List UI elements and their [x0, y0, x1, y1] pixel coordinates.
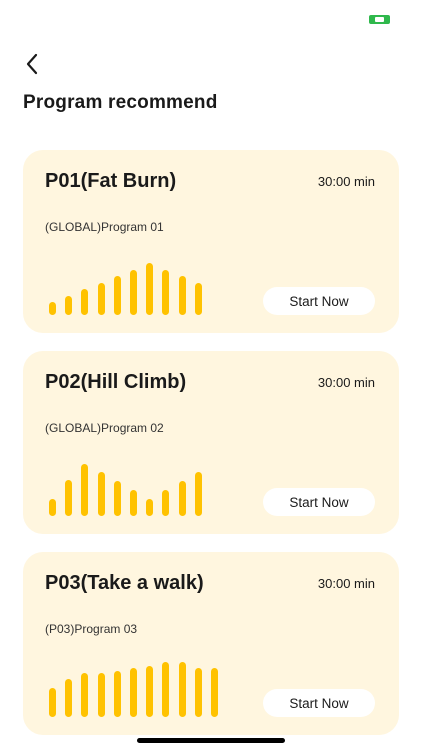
start-now-button[interactable]: Start Now	[263, 488, 375, 516]
back-button[interactable]	[20, 52, 44, 76]
program-duration: 30:00 min	[317, 174, 375, 189]
intensity-bar	[178, 481, 186, 516]
intensity-bar	[65, 679, 73, 717]
intensity-bar	[194, 668, 202, 717]
intensity-bar	[130, 668, 137, 717]
program-card-p03[interactable]: P03(Take a walk) 30:00 min (P03)Program …	[23, 552, 399, 735]
program-title: P02(Hill Climb)	[45, 371, 187, 393]
intensity-bar	[162, 662, 170, 717]
intensity-bar	[65, 480, 73, 516]
program-card-p02[interactable]: P02(Hill Climb) 30:00 min (GLOBAL)Progra…	[23, 351, 399, 534]
intensity-bar	[97, 673, 105, 717]
start-now-button[interactable]: Start Now	[263, 689, 375, 717]
program-duration: 30:00 min	[317, 375, 375, 390]
start-now-button[interactable]: Start Now	[263, 287, 375, 315]
program-card-p01[interactable]: P01(Fat Burn) 30:00 min (GLOBAL)Program …	[23, 150, 399, 333]
intensity-bar	[146, 666, 154, 717]
intensity-bar	[162, 270, 170, 315]
intensity-bar	[97, 472, 105, 516]
intensity-bar	[81, 673, 89, 717]
intensity-bar	[113, 481, 121, 516]
intensity-bar	[130, 490, 137, 516]
intensity-bar	[130, 270, 137, 315]
program-subtitle: (GLOBAL)Program 02	[45, 421, 164, 435]
intensity-bar	[113, 276, 121, 315]
intensity-bar	[194, 472, 202, 516]
intensity-bar	[49, 499, 56, 516]
program-title: P01(Fat Burn)	[45, 170, 177, 192]
intensity-bar	[81, 289, 89, 315]
intensity-bar	[194, 283, 202, 315]
intensity-bar	[211, 668, 218, 717]
intensity-bars	[49, 456, 209, 516]
intensity-bar	[146, 263, 154, 315]
intensity-bar	[113, 671, 121, 717]
chevron-left-icon	[26, 53, 38, 75]
intensity-bar	[81, 464, 89, 516]
intensity-bars	[49, 255, 209, 315]
program-subtitle: (P03)Program 03	[45, 622, 138, 636]
intensity-bar	[178, 276, 186, 315]
intensity-bar	[162, 490, 170, 516]
intensity-bar	[65, 296, 73, 315]
intensity-bar	[178, 662, 186, 717]
page-title: Program recommend	[23, 92, 218, 113]
battery-charging-icon	[369, 15, 390, 24]
intensity-bars	[49, 657, 218, 717]
intensity-bar	[49, 688, 56, 717]
intensity-bar	[49, 302, 56, 315]
home-indicator	[137, 738, 285, 743]
intensity-bar	[146, 499, 154, 516]
program-subtitle: (GLOBAL)Program 01	[45, 220, 164, 234]
program-duration: 30:00 min	[317, 576, 375, 591]
program-title: P03(Take a walk)	[45, 572, 204, 594]
intensity-bar	[97, 283, 105, 315]
